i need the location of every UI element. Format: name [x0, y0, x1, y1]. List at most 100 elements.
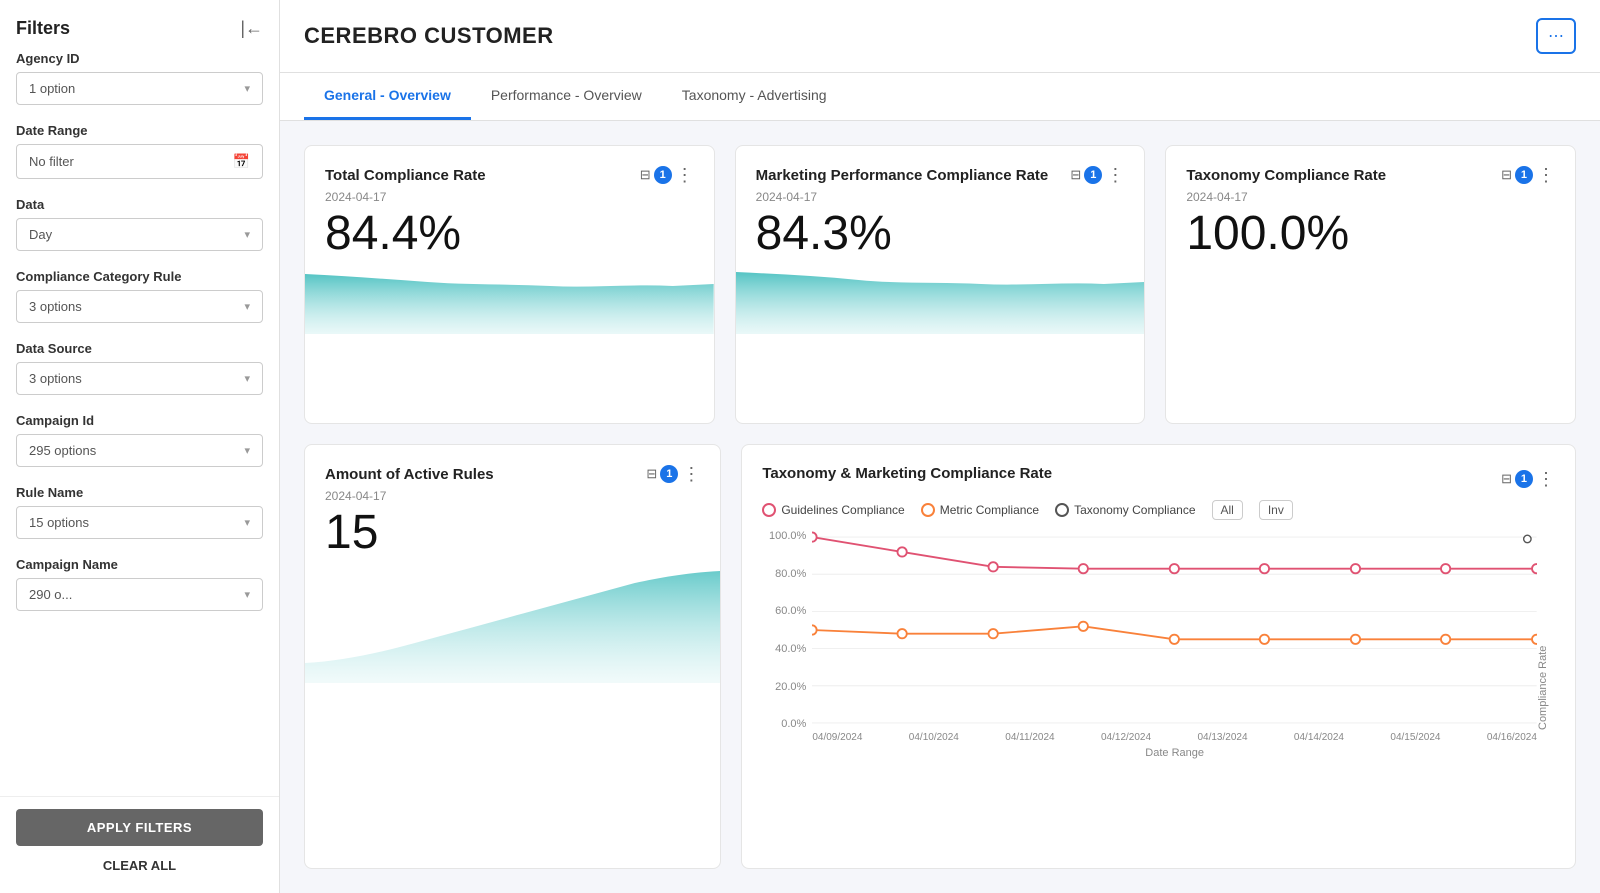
card-taxonomy-compliance: Taxonomy Compliance Rate ⊟ 1 ⋮ 2024-04-1…	[1165, 145, 1576, 424]
point-metric-7	[1351, 635, 1360, 644]
point-guidelines-6	[1260, 564, 1269, 573]
legend-item-guidelines: Guidelines Compliance	[762, 503, 904, 517]
filter-value-data-source: 3 options	[29, 371, 82, 386]
card-taxonomy-marketing-compliance: Taxonomy & Marketing Compliance Rate ⊟ 1…	[741, 444, 1576, 869]
tab-taxonomy-advertising[interactable]: Taxonomy - Advertising	[662, 73, 847, 120]
dashboard-content: Total Compliance Rate ⊟ 1 ⋮ 2024-04-17 8…	[280, 121, 1600, 893]
main-menu-button[interactable]: ⋯	[1536, 18, 1576, 54]
chart-area-active-rules	[305, 563, 720, 868]
filter-button-marketing-performance[interactable]: ⊟ 1	[1070, 166, 1102, 184]
filter-select-agency-id[interactable]: 1 option ▾	[16, 72, 263, 105]
filter-button-active-rules[interactable]: ⊟ 1	[646, 465, 678, 483]
filter-select-rule-name[interactable]: 15 options ▾	[16, 506, 263, 539]
filter-button-taxonomy-marketing[interactable]: ⊟ 1	[1501, 470, 1533, 488]
tab-performance-overview[interactable]: Performance - Overview	[471, 73, 662, 120]
chart-area-marketing-performance	[736, 264, 1145, 334]
point-guidelines-1	[812, 533, 817, 542]
more-options-button-total-compliance[interactable]: ⋮	[676, 166, 694, 184]
card-title-marketing-performance: Marketing Performance Compliance Rate	[756, 166, 1071, 186]
y-axis-labels: 100.0% 80.0% 60.0% 40.0% 20.0% 0.0%	[762, 530, 812, 730]
filter-value-campaign-id: 295 options	[29, 443, 96, 458]
filter-icon: ⊟	[1501, 167, 1512, 183]
chevron-down-icon: ▾	[244, 516, 250, 529]
filter-value-agency-id: 1 option	[29, 81, 75, 96]
collapse-icon: |←	[240, 18, 263, 39]
card-date-marketing-performance: 2024-04-17	[756, 190, 1125, 204]
x-label-3: 04/11/2024	[1005, 732, 1054, 743]
chart-title-taxonomy-marketing: Taxonomy & Marketing Compliance Rate	[762, 465, 1052, 482]
tabs-bar: General - Overview Performance - Overvie…	[280, 73, 1600, 121]
filter-label-data: Data	[16, 197, 263, 212]
chevron-down-icon: ▾	[244, 82, 250, 95]
y-label-4: 60.0%	[762, 605, 806, 617]
card-value-active-rules: 15	[325, 507, 700, 560]
filter-badge-taxonomy-marketing: 1	[1515, 470, 1533, 488]
point-guidelines-7	[1351, 564, 1360, 573]
chevron-down-icon: ▾	[244, 372, 250, 385]
toggle-all-button[interactable]: All	[1212, 500, 1243, 520]
filter-icon: ⊟	[1501, 471, 1512, 487]
more-options-button-taxonomy-marketing[interactable]: ⋮	[1537, 470, 1555, 488]
more-options-button-taxonomy-compliance[interactable]: ⋮	[1537, 166, 1555, 184]
clear-all-button[interactable]: CLEAR ALL	[16, 854, 263, 877]
legend-dot-guidelines	[762, 503, 776, 517]
filter-label-campaign-id: Campaign Id	[16, 413, 263, 428]
card-total-compliance-rate: Total Compliance Rate ⊟ 1 ⋮ 2024-04-17 8…	[304, 145, 715, 424]
card-value-taxonomy-compliance: 100.0%	[1186, 208, 1555, 261]
filter-label-rule-name: Rule Name	[16, 485, 263, 500]
filter-select-date-range[interactable]: No filter 📅	[16, 144, 263, 179]
card-actions-taxonomy-marketing: ⊟ 1 ⋮	[1501, 470, 1555, 488]
filter-select-campaign-id[interactable]: 295 options ▾	[16, 434, 263, 467]
filter-group-campaign-name: Campaign Name 290 o... ▾	[16, 557, 263, 611]
line-chart-svg	[812, 530, 1537, 730]
sidebar-title: Filters	[16, 18, 70, 39]
card-date-taxonomy-compliance: 2024-04-17	[1186, 190, 1555, 204]
filter-value-date-range: No filter	[29, 154, 74, 169]
card-value-marketing-performance: 84.3%	[756, 208, 1125, 261]
more-options-button-active-rules[interactable]: ⋮	[682, 465, 700, 483]
sidebar-collapse-button[interactable]: |←	[240, 18, 263, 39]
y-label-6: 100.0%	[762, 530, 806, 542]
filter-badge-taxonomy-compliance: 1	[1515, 166, 1533, 184]
tab-general-overview[interactable]: General - Overview	[304, 73, 471, 120]
y-label-2: 20.0%	[762, 681, 806, 693]
filter-label-agency-id: Agency ID	[16, 51, 263, 66]
filter-badge-total-compliance: 1	[654, 166, 672, 184]
x-label-2: 04/10/2024	[909, 732, 959, 743]
chart-legend: Guidelines Compliance Metric Compliance …	[762, 500, 1555, 520]
chevron-down-icon: ▾	[244, 588, 250, 601]
filter-select-data-source[interactable]: 3 options ▾	[16, 362, 263, 395]
apply-filters-button[interactable]: APPLY FILTERS	[16, 809, 263, 846]
filter-select-data[interactable]: Day ▾	[16, 218, 263, 251]
more-options-button-marketing-performance[interactable]: ⋮	[1106, 166, 1124, 184]
x-axis-title: Date Range	[812, 747, 1537, 759]
filter-value-campaign-name: 290 o...	[29, 587, 72, 602]
area-chart-total-compliance	[305, 264, 714, 334]
filter-button-taxonomy-compliance[interactable]: ⊟ 1	[1501, 166, 1533, 184]
filter-value-rule-name: 15 options	[29, 515, 89, 530]
ellipsis-icon: ⋯	[1548, 26, 1564, 46]
filter-value-compliance-category-rule: 3 options	[29, 299, 82, 314]
card-actions-total-compliance: ⊟ 1 ⋮	[640, 166, 694, 184]
point-metric-1	[812, 625, 817, 634]
filter-badge-active-rules: 1	[660, 465, 678, 483]
legend-item-metric: Metric Compliance	[921, 503, 1039, 517]
line-chart-area: 04/09/2024 04/10/2024 04/11/2024 04/12/2…	[812, 530, 1537, 759]
point-metric-8	[1441, 635, 1450, 644]
filter-group-data-source: Data Source 3 options ▾	[16, 341, 263, 395]
point-guidelines-4	[1079, 564, 1088, 573]
point-guidelines-2	[898, 547, 907, 556]
sidebar-header: Filters |←	[0, 0, 279, 51]
toggle-inv-button[interactable]: Inv	[1259, 500, 1293, 520]
filter-select-campaign-name[interactable]: 290 o... ▾	[16, 578, 263, 611]
filter-group-data: Data Day ▾	[16, 197, 263, 251]
filter-badge-marketing-performance: 1	[1084, 166, 1102, 184]
point-taxonomy-indicator	[1524, 535, 1531, 542]
x-label-6: 04/14/2024	[1294, 732, 1344, 743]
filter-group-compliance-category-rule: Compliance Category Rule 3 options ▾	[16, 269, 263, 323]
point-guidelines-5	[1170, 564, 1179, 573]
filter-select-compliance-category-rule[interactable]: 3 options ▾	[16, 290, 263, 323]
filter-button-total-compliance[interactable]: ⊟ 1	[640, 166, 672, 184]
y-axis-title: Compliance Rate	[1537, 530, 1555, 730]
x-label-7: 04/15/2024	[1390, 732, 1440, 743]
